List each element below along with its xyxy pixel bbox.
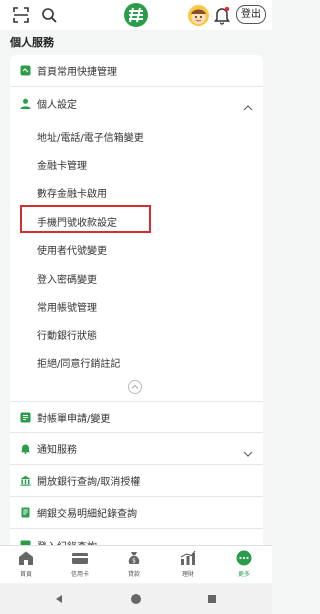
document-icon (19, 507, 31, 519)
sub-item-user-id-change[interactable]: 使用者代號變更 (37, 242, 107, 257)
collapse-button[interactable] (128, 380, 142, 394)
screen: 登出 個人服務 首頁常用快捷管理 個人設定 地址/電話/電子信箱變更 金融卡管理… (0, 0, 272, 614)
menu-item-statement[interactable]: 對帳單申請/變更 (10, 401, 263, 433)
person-icon (19, 97, 31, 109)
bell-icon (19, 443, 31, 455)
nav-label: 更多 (237, 571, 250, 578)
sub-item-digital-card-activate[interactable]: 數存金融卡啟用 (37, 185, 107, 200)
logout-button[interactable]: 登出 (236, 5, 266, 24)
scan-icon[interactable] (12, 6, 30, 24)
shortcut-icon (19, 65, 31, 77)
credit-card-icon (71, 550, 89, 566)
nav-more[interactable]: 更多 (224, 550, 264, 582)
menu-item-label: 通知服務 (37, 445, 77, 456)
sub-item-password-change[interactable]: 登入密碼變更 (37, 271, 97, 286)
back-icon[interactable] (52, 592, 66, 606)
recents-icon[interactable] (205, 592, 219, 606)
bottom-nav: 首頁 信用卡 $ 貸款 理財 更多 (0, 545, 272, 583)
nav-label: 理財 (181, 571, 194, 578)
menu-item-label: 網銀交易明細紀錄查詢 (37, 509, 137, 520)
chart-icon (179, 550, 197, 566)
highlight-box (20, 205, 151, 233)
chevron-down-icon[interactable] (243, 444, 253, 457)
nav-home[interactable]: 首頁 (6, 550, 46, 582)
chevron-up-icon[interactable] (243, 98, 253, 111)
nav-label: 貸款 (127, 571, 140, 578)
sub-item-marketing-consent[interactable]: 拒絕/同意行銷註記 (37, 355, 120, 370)
sub-item-account-manage[interactable]: 常用帳號管理 (37, 299, 97, 314)
menu-item-label: 個人設定 (37, 99, 77, 111)
nav-label: 信用卡 (70, 571, 89, 578)
page-title: 個人服務 (10, 36, 54, 49)
menu-item-label: 首頁常用快捷管理 (37, 67, 117, 78)
menu-item-notify[interactable]: 通知服務 (10, 433, 263, 465)
bank-icon (19, 475, 31, 487)
sub-item-debit-card[interactable]: 金融卡管理 (37, 157, 87, 172)
menu-item-open-banking[interactable]: 開放銀行查詢/取消授權 (10, 465, 263, 497)
system-nav-bar (0, 584, 272, 614)
bank-logo[interactable] (123, 2, 149, 28)
home-icon (17, 550, 35, 566)
service-card: 首頁常用快捷管理 個人設定 地址/電話/電子信箱變更 金融卡管理 數存金融卡啟用… (10, 55, 263, 555)
svg-text:$: $ (132, 558, 136, 565)
search-icon[interactable] (40, 6, 58, 24)
nav-wealth[interactable]: 理財 (168, 550, 208, 582)
menu-item-personal-settings[interactable]: 個人設定 (10, 87, 263, 119)
top-bar: 登出 (0, 0, 272, 30)
nav-label: 首頁 (19, 571, 32, 578)
menu-item-label: 開放銀行查詢/取消授權 (37, 477, 141, 488)
menu-item-label: 對帳單申請/變更 (37, 413, 111, 425)
sub-item-contact-change[interactable]: 地址/電話/電子信箱變更 (37, 129, 144, 144)
nav-loan[interactable]: $ 貸款 (114, 550, 154, 582)
menu-item-online-transactions[interactable]: 網銀交易明細紀錄查詢 (10, 497, 263, 529)
avatar[interactable] (188, 5, 209, 26)
bell-icon[interactable] (213, 5, 231, 25)
home-button-icon[interactable] (129, 592, 143, 606)
nav-credit-card[interactable]: 信用卡 (60, 550, 100, 582)
statement-icon (19, 411, 31, 423)
sub-item-mobile-status[interactable]: 行動銀行狀態 (37, 327, 97, 342)
menu-item-quick-manage[interactable]: 首頁常用快捷管理 (10, 55, 263, 87)
money-bag-icon: $ (125, 550, 143, 566)
more-icon (235, 550, 253, 566)
